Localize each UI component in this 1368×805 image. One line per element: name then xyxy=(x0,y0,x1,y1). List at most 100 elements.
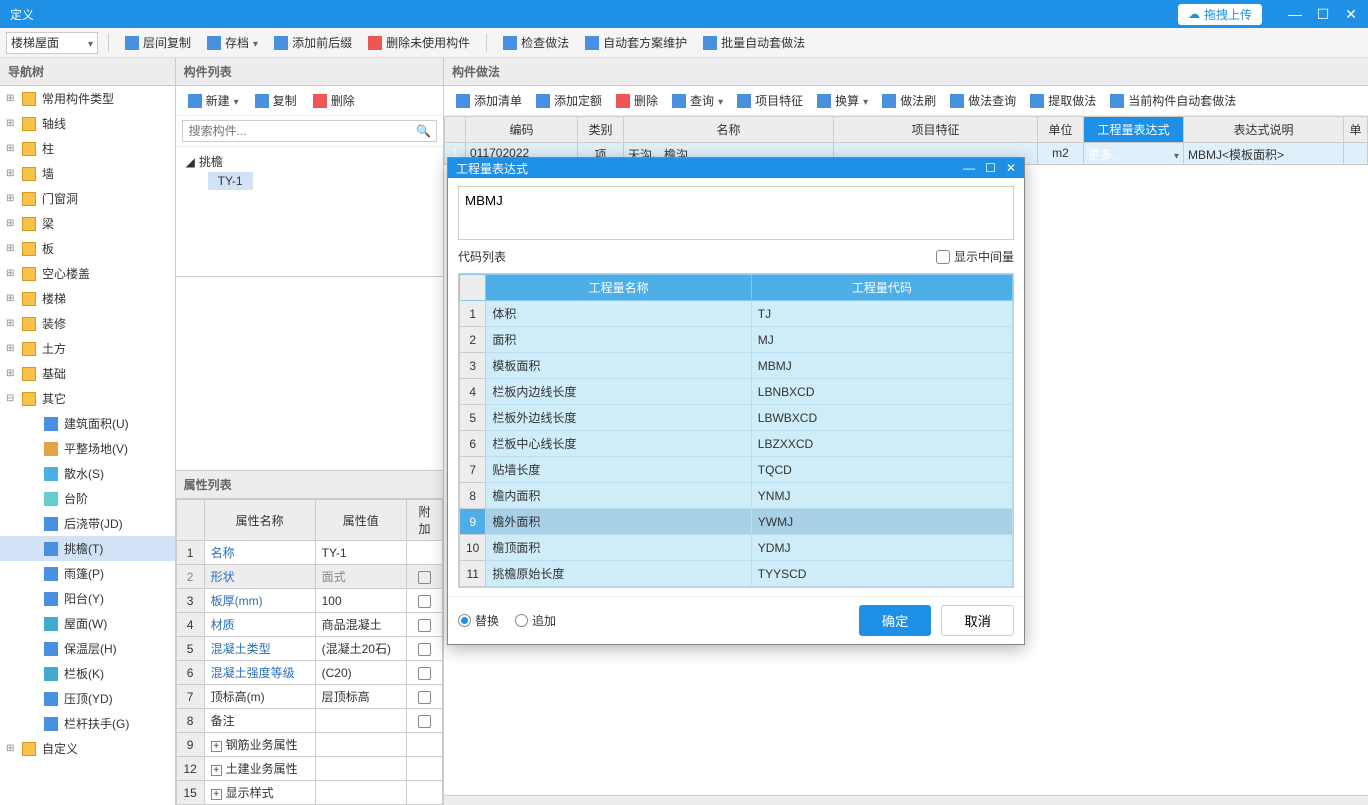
h-scrollbar[interactable] xyxy=(444,795,1368,805)
prop-row[interactable]: 4材质商品混凝土 xyxy=(176,613,442,637)
tree-item[interactable]: ⊟其它 xyxy=(0,386,175,411)
prop-row[interactable]: 9+钢筋业务属性 xyxy=(176,733,442,757)
code-row[interactable]: 8檐内面积YNMJ xyxy=(460,483,1013,509)
tree-item[interactable]: ⊞土方 xyxy=(0,336,175,361)
tb-search-icon[interactable]: 查询 xyxy=(666,89,729,112)
copy-button[interactable]: 复制 xyxy=(249,90,303,111)
ok-button[interactable]: 确定 xyxy=(859,605,932,636)
tb-prefix[interactable]: 添加前后缀 xyxy=(268,31,358,54)
tree-item[interactable]: ⊞常用构件类型 xyxy=(0,86,175,111)
code-row[interactable]: 7贴墙长度TQCD xyxy=(460,457,1013,483)
gh-expr[interactable]: 工程量表达式 xyxy=(1084,116,1184,143)
component-tree[interactable]: ◢挑檐 TY-1 xyxy=(176,147,443,277)
tb-fx-icon[interactable]: 换算 xyxy=(811,89,874,112)
tb-delete-unused[interactable]: 删除未使用构件 xyxy=(362,31,476,54)
checkbox-icon[interactable] xyxy=(418,619,431,632)
checkbox-icon[interactable] xyxy=(418,595,431,608)
new-button[interactable]: 新建 xyxy=(182,90,245,111)
checkbox-icon[interactable] xyxy=(418,667,431,680)
prop-table[interactable]: 属性名称 属性值 附加 1名称TY-12形状面式3板厚(mm)1004材质商品混… xyxy=(176,499,443,805)
tb-batch-auto[interactable]: 批量自动套做法 xyxy=(697,31,811,54)
append-radio[interactable]: 追加 xyxy=(515,612,556,629)
code-row[interactable]: 3模板面积MBMJ xyxy=(460,353,1013,379)
code-row[interactable]: 11挑檐原始长度TYYSCD xyxy=(460,561,1013,587)
tree-item-sub[interactable]: 后浇带(JD) xyxy=(0,511,175,536)
tb-quota-icon[interactable]: 添加定额 xyxy=(530,89,608,112)
tb-archive[interactable]: 存档 xyxy=(201,31,264,54)
prop-row[interactable]: 7顶标高(m)层顶标高 xyxy=(176,685,442,709)
close-button[interactable]: ✕ xyxy=(1344,7,1358,21)
tb-auto-maintain[interactable]: 自动套方案维护 xyxy=(579,31,693,54)
search-input[interactable] xyxy=(182,120,437,142)
maximize-button[interactable]: ☐ xyxy=(1316,7,1330,21)
tree-item-selected[interactable]: TY-1 xyxy=(208,172,253,190)
tree-item[interactable]: ⊞自定义 xyxy=(0,736,175,761)
code-row[interactable]: 6栏板中心线长度LBZXXCD xyxy=(460,431,1013,457)
dialog-titlebar[interactable]: 工程量表达式 — ☐ ✕ xyxy=(448,158,1024,178)
tree-item-sub[interactable]: 平整场地(V) xyxy=(0,436,175,461)
dialog-minimize-button[interactable]: — xyxy=(963,161,975,175)
tree-item[interactable]: ⊞柱 xyxy=(0,136,175,161)
tree-item[interactable]: ⊞门窗洞 xyxy=(0,186,175,211)
tree-item-sub[interactable]: 散水(S) xyxy=(0,461,175,486)
prop-row[interactable]: 3板厚(mm)100 xyxy=(176,589,442,613)
code-row[interactable]: 1体积TJ xyxy=(460,301,1013,327)
nav-tree[interactable]: ⊞常用构件类型⊞轴线⊞柱⊞墙⊞门窗洞⊞梁⊞板⊞空心楼盖⊞楼梯⊞装修⊞土方⊞基础⊟… xyxy=(0,86,175,805)
minimize-button[interactable]: — xyxy=(1288,7,1302,21)
tree-item-sub[interactable]: 挑檐(T) xyxy=(0,536,175,561)
checkbox-icon[interactable] xyxy=(418,715,431,728)
show-intermediate-checkbox[interactable]: 显示中间量 xyxy=(936,248,1014,265)
prop-row[interactable]: 5混凝土类型(混凝土20石) xyxy=(176,637,442,661)
tree-item-sub[interactable]: 压顶(YD) xyxy=(0,686,175,711)
code-row[interactable]: 10檐顶面积YDMJ xyxy=(460,535,1013,561)
checkbox-icon[interactable] xyxy=(418,571,431,584)
code-row[interactable]: 5栏板外边线长度LBWBXCD xyxy=(460,405,1013,431)
tb-check[interactable]: 检查做法 xyxy=(497,31,575,54)
tree-item-sub[interactable]: 屋面(W) xyxy=(0,611,175,636)
floor-select[interactable]: 楼梯屋面 xyxy=(6,32,98,54)
tb-layer-copy[interactable]: 层间复制 xyxy=(119,31,197,54)
dialog-close-button[interactable]: ✕ xyxy=(1006,161,1016,175)
delete-button[interactable]: 删除 xyxy=(307,90,361,111)
tree-item[interactable]: ⊞梁 xyxy=(0,211,175,236)
tree-item-sub[interactable]: 阳台(Y) xyxy=(0,586,175,611)
code-table[interactable]: 工程量名称 工程量代码 1体积TJ2面积MJ3模板面积MBMJ4栏板内边线长度L… xyxy=(459,274,1013,587)
tree-item[interactable]: ⊞板 xyxy=(0,236,175,261)
cell-expr[interactable]: 更多... xyxy=(1084,143,1184,165)
search-icon[interactable]: 🔍 xyxy=(416,124,431,138)
tree-item-sub[interactable]: 保温层(H) xyxy=(0,636,175,661)
tree-item[interactable]: ⊞楼梯 xyxy=(0,286,175,311)
prop-row[interactable]: 8备注 xyxy=(176,709,442,733)
expand-icon[interactable]: + xyxy=(211,789,222,800)
upload-badge[interactable]: ☁ 拖拽上传 xyxy=(1178,4,1262,25)
code-row[interactable]: 4栏板内边线长度LBNBXCD xyxy=(460,379,1013,405)
prop-row[interactable]: 12+土建业务属性 xyxy=(176,757,442,781)
prop-row[interactable]: 15+显示样式 xyxy=(176,781,442,805)
expand-icon[interactable]: + xyxy=(211,741,222,752)
cancel-button[interactable]: 取消 xyxy=(941,605,1014,636)
tree-item-sub[interactable]: 雨篷(P) xyxy=(0,561,175,586)
dialog-maximize-button[interactable]: ☐ xyxy=(985,161,996,175)
code-row[interactable]: 2面积MJ xyxy=(460,327,1013,353)
tree-item[interactable]: ⊞基础 xyxy=(0,361,175,386)
checkbox-icon[interactable] xyxy=(418,691,431,704)
tree-item-sub[interactable]: 建筑面积(U) xyxy=(0,411,175,436)
expression-input[interactable] xyxy=(458,186,1014,240)
tree-item[interactable]: ⊞装修 xyxy=(0,311,175,336)
tb-feature-icon[interactable]: 项目特征 xyxy=(731,89,809,112)
tb-extract-icon[interactable]: 提取做法 xyxy=(1024,89,1102,112)
tree-item[interactable]: ⊞轴线 xyxy=(0,111,175,136)
tb-delete-icon[interactable]: 删除 xyxy=(610,89,664,112)
tb-auto-icon[interactable]: 当前构件自动套做法 xyxy=(1104,89,1242,112)
checkbox-icon[interactable] xyxy=(418,643,431,656)
tree-item-sub[interactable]: 台阶 xyxy=(0,486,175,511)
tree-root[interactable]: ◢挑檐 xyxy=(180,151,439,172)
tree-item-sub[interactable]: 栏板(K) xyxy=(0,661,175,686)
expand-icon[interactable]: + xyxy=(211,765,222,776)
prop-row[interactable]: 6混凝土强度等级(C20) xyxy=(176,661,442,685)
code-row[interactable]: 9檐外面积YWMJ xyxy=(460,509,1013,535)
replace-radio[interactable]: 替换 xyxy=(458,612,499,629)
tree-item-sub[interactable]: 栏杆扶手(G) xyxy=(0,711,175,736)
tb-wand-icon[interactable]: 做法刷 xyxy=(876,89,942,112)
tb-query-icon[interactable]: 做法查询 xyxy=(944,89,1022,112)
